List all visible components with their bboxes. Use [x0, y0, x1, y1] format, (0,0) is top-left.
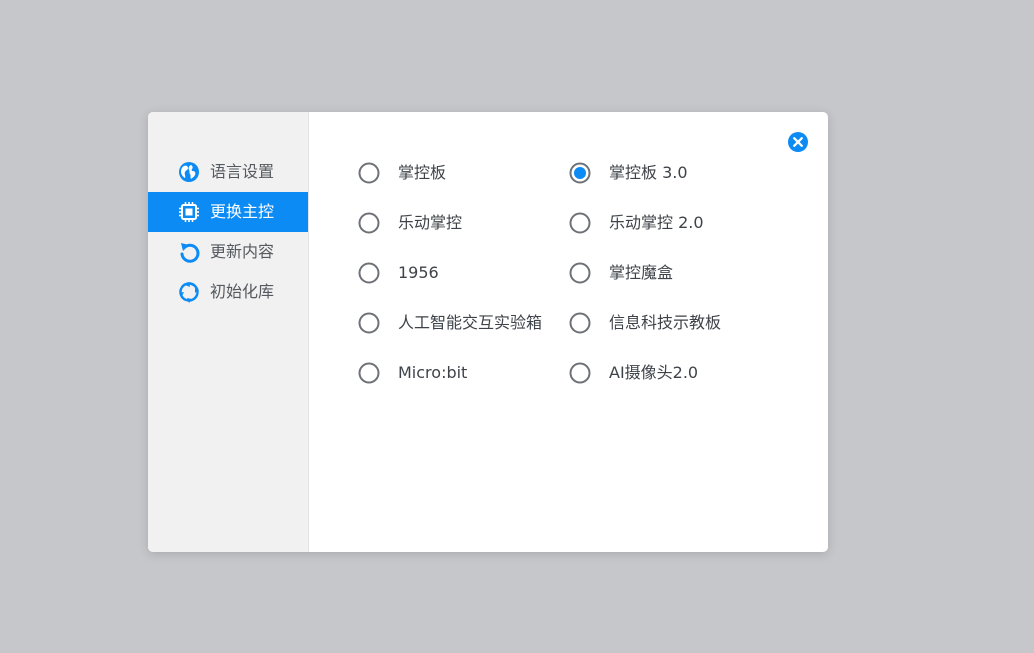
radio-unchecked-icon[interactable]	[358, 162, 380, 184]
close-icon[interactable]	[788, 132, 808, 152]
sidebar-item-label: 初始化库	[210, 282, 275, 301]
radio-unchecked-icon[interactable]	[358, 312, 380, 334]
settings-sidebar: 语言设置 更换主控 更新内容 初始化库	[148, 112, 309, 552]
option-label: 1956	[398, 263, 439, 282]
globe-icon	[179, 162, 199, 182]
sidebar-item-label: 更新内容	[210, 242, 275, 261]
option-label: 信息科技示教板	[609, 313, 722, 332]
sidebar-item-init-library[interactable]: 初始化库	[148, 272, 308, 312]
option-label: 掌控魔盒	[609, 263, 674, 282]
option-label: 人工智能交互实验箱	[398, 313, 543, 332]
board-settings-dialog: 语言设置 更换主控 更新内容 初始化库 掌控板 乐动掌控 1956 人工智能交互…	[148, 112, 828, 552]
option-label: 掌控板 3.0	[609, 163, 688, 182]
sidebar-item-language[interactable]: 语言设置	[148, 152, 308, 192]
refresh-icon	[180, 243, 200, 263]
sidebar-item-label: 更换主控	[210, 202, 275, 221]
radio-checked-icon[interactable]	[569, 162, 591, 184]
radio-unchecked-icon[interactable]	[358, 212, 380, 234]
option-label: 乐动掌控	[398, 213, 463, 232]
sidebar-item-change-board[interactable]: 更换主控	[148, 192, 308, 232]
option-label: 乐动掌控 2.0	[609, 213, 704, 232]
reset-icon	[179, 282, 199, 303]
chip-icon	[179, 202, 199, 222]
radio-unchecked-icon[interactable]	[358, 262, 380, 284]
option-label: Micro:bit	[398, 363, 468, 382]
radio-unchecked-icon[interactable]	[569, 262, 591, 284]
radio-unchecked-icon[interactable]	[569, 362, 591, 384]
option-label: 掌控板	[398, 163, 447, 182]
sidebar-item-label: 语言设置	[210, 162, 275, 181]
radio-unchecked-icon[interactable]	[358, 362, 380, 384]
option-label: AI摄像头2.0	[609, 363, 699, 382]
radio-unchecked-icon[interactable]	[569, 312, 591, 334]
radio-unchecked-icon[interactable]	[569, 212, 591, 234]
sidebar-item-update[interactable]: 更新内容	[148, 232, 308, 272]
